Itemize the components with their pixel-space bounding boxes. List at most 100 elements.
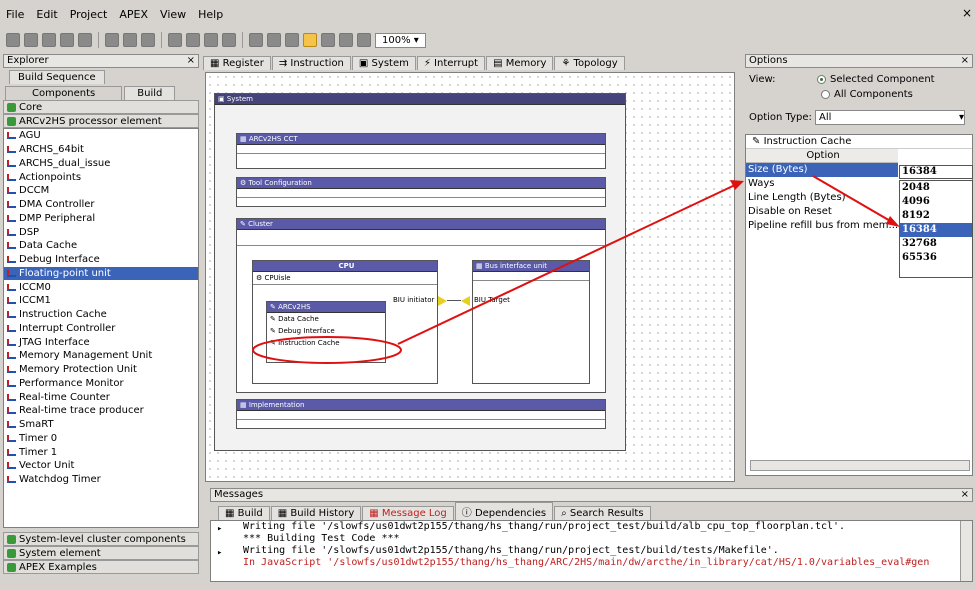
option-type-select[interactable]: All ▾ [815, 109, 965, 125]
config-icon[interactable] [42, 33, 56, 47]
component-item[interactable]: DSP [4, 225, 198, 239]
clean-icon[interactable] [357, 33, 371, 47]
size-option[interactable]: 8192 [900, 209, 972, 223]
component-item[interactable]: DMA Controller [4, 198, 198, 212]
tab-build[interactable]: ▦ Build [218, 506, 270, 520]
category-core[interactable]: Core [3, 100, 199, 114]
tab-build-sequence[interactable]: Build Sequence [9, 70, 105, 84]
component-item[interactable]: AGU [4, 129, 198, 143]
menu-apex[interactable]: APEX [119, 8, 148, 21]
port-icon[interactable] [438, 296, 447, 306]
tab-interrupt[interactable]: ⚡ Interrupt [416, 56, 486, 70]
radio-all-components[interactable] [821, 90, 830, 99]
component-item[interactable]: Instruction Cache [4, 308, 198, 322]
size-dropdown[interactable]: 2048 4096 8192 16384 32768 65536 [899, 180, 973, 278]
tab-search-results[interactable]: ⌕ Search Results [554, 506, 651, 520]
icache-item[interactable]: ✎ Instruction Cache [267, 337, 385, 349]
component-item[interactable]: ARCHS_64bit [4, 143, 198, 157]
zoom-select[interactable]: 100% ▾ [375, 32, 426, 48]
category-system-element[interactable]: System element [3, 546, 199, 560]
cut-icon[interactable] [168, 33, 182, 47]
toolcfg-block[interactable]: ⚙ Tool Configuration [236, 177, 606, 207]
close-icon[interactable]: × [187, 55, 195, 67]
component-item[interactable]: JTAG Interface [4, 335, 198, 349]
tab-memory[interactable]: ▤ Memory [486, 56, 554, 70]
radio-selected-component[interactable] [817, 75, 826, 84]
component-item[interactable]: ICCM1 [4, 294, 198, 308]
menu-project[interactable]: Project [70, 8, 108, 21]
vertical-scrollbar[interactable] [960, 521, 972, 581]
tab-build-history[interactable]: ▦ Build History [270, 506, 362, 520]
component-item[interactable]: Debug Interface [4, 253, 198, 267]
close-icon[interactable]: × [961, 489, 969, 501]
component-item[interactable]: Vector Unit [4, 459, 198, 473]
biu-block[interactable]: ▦ Bus interface unit [472, 260, 590, 384]
category-system-level[interactable]: System-level cluster components [3, 532, 199, 546]
component-icon[interactable] [285, 33, 299, 47]
arcv2hs-block[interactable]: ✎ ARCv2HS ✎ Data Cache ✎ Debug Interface… [266, 301, 386, 363]
size-option[interactable]: 65536 [900, 251, 972, 265]
component-item[interactable]: DCCM [4, 184, 198, 198]
tab-message-log[interactable]: ▦ Message Log [362, 506, 454, 520]
dcache-item[interactable]: ✎ Data Cache [267, 313, 385, 325]
check-icon[interactable] [321, 33, 335, 47]
size-option[interactable]: 16384 [900, 223, 972, 237]
component-item[interactable]: Memory Protection Unit [4, 363, 198, 377]
diagram-canvas[interactable]: ▣ System ▦ ARCv2HS CCT ⚙ Tool Configurat… [205, 72, 735, 482]
undo-icon[interactable] [249, 33, 263, 47]
option-row-ways[interactable]: Ways [746, 177, 898, 191]
delete-icon[interactable] [222, 33, 236, 47]
component-item[interactable]: Timer 1 [4, 445, 198, 459]
category-apex-examples[interactable]: APEX Examples [3, 560, 199, 574]
link-icon[interactable] [141, 33, 155, 47]
close-icon[interactable]: × [962, 6, 972, 20]
message-log[interactable]: Writing file '/slowfs/us01dwt2p155/thang… [210, 520, 973, 582]
option-row-size[interactable]: Size (Bytes) [746, 163, 898, 177]
redo-icon[interactable] [267, 33, 281, 47]
category-processor[interactable]: ARCv2HS processor element [3, 114, 199, 128]
tab-system[interactable]: ▣ System [351, 56, 416, 70]
component-item[interactable]: ARCHS_dual_issue [4, 157, 198, 171]
size-option[interactable]: 2048 [900, 181, 972, 195]
impl-block[interactable]: ▦ Implementation [236, 399, 606, 429]
size-option[interactable]: 32768 [900, 237, 972, 251]
component-item[interactable]: Timer 0 [4, 432, 198, 446]
save-icon[interactable] [123, 33, 137, 47]
component-item[interactable]: Real-time Counter [4, 390, 198, 404]
generate-icon[interactable] [60, 33, 74, 47]
component-item[interactable]: SmaRT [4, 418, 198, 432]
tab-instruction[interactable]: ⇉ Instruction [271, 56, 351, 70]
menu-view[interactable]: View [160, 8, 186, 21]
menu-help[interactable]: Help [198, 8, 223, 21]
stop-icon[interactable] [24, 33, 38, 47]
component-item[interactable]: ICCM0 [4, 280, 198, 294]
close-icon[interactable]: × [961, 55, 969, 67]
component-item[interactable]: Watchdog Timer [4, 473, 198, 487]
tab-register[interactable]: ▦ Register [203, 56, 271, 70]
paste-icon[interactable] [204, 33, 218, 47]
copy-icon[interactable] [186, 33, 200, 47]
menu-edit[interactable]: Edit [36, 8, 57, 21]
component-item[interactable]: Interrupt Controller [4, 322, 198, 336]
grid-icon[interactable] [303, 33, 317, 47]
tab-topology[interactable]: ⚘ Topology [554, 56, 625, 70]
component-item[interactable]: Data Cache [4, 239, 198, 253]
option-row-disable-reset[interactable]: Disable on Reset [746, 205, 898, 219]
menu-file[interactable]: File [6, 8, 24, 21]
component-item[interactable]: Floating-point unit [4, 266, 198, 281]
cct-block[interactable]: ▦ ARCv2HS CCT [236, 133, 606, 169]
port-icon[interactable] [461, 296, 470, 306]
debug-item[interactable]: ✎ Debug Interface [267, 325, 385, 337]
component-item[interactable]: Performance Monitor [4, 377, 198, 391]
tab-components[interactable]: Components [5, 86, 123, 100]
component-item[interactable]: Actionpoints [4, 170, 198, 184]
build-icon[interactable] [6, 33, 20, 47]
component-item[interactable]: Real-time trace producer [4, 404, 198, 418]
option-row-pipeline-refill[interactable]: Pipeline refill bus from mem... [746, 219, 898, 233]
size-option[interactable]: 4096 [900, 195, 972, 209]
run-icon[interactable] [78, 33, 92, 47]
component-item[interactable]: DMP Peripheral [4, 212, 198, 226]
horizontal-scrollbar[interactable] [750, 460, 970, 471]
tab-dependencies[interactable]: ⓘ Dependencies [454, 502, 554, 520]
option-row-line-length[interactable]: Line Length (Bytes) [746, 191, 898, 205]
